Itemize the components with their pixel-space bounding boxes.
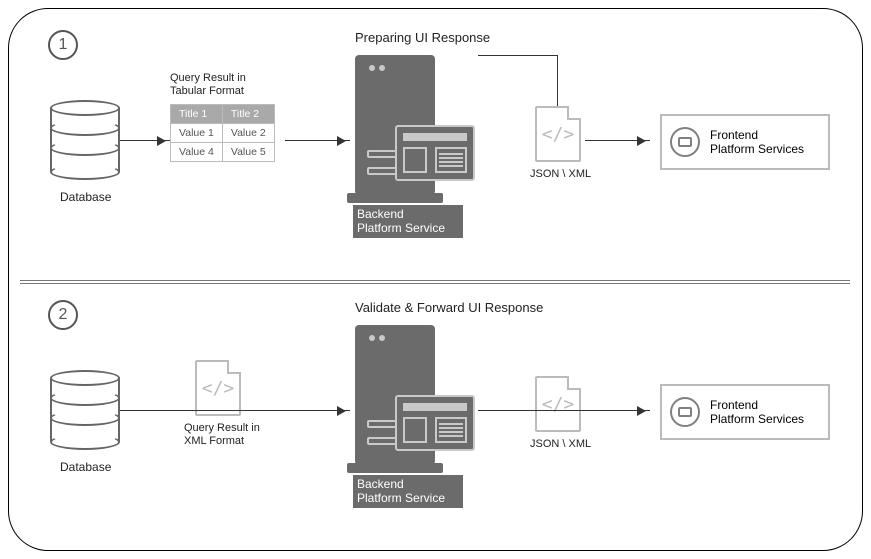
- backend-server-icon: Backend Platform Service: [355, 325, 475, 495]
- backend-server-icon: Backend Platform Service: [355, 55, 475, 225]
- query-result-table: Title 1 Title 2 Value 1 Value 2 Value 4 …: [170, 104, 275, 162]
- database-label: Database: [60, 460, 111, 474]
- file-icon: </>: [535, 106, 581, 162]
- file-icon: </>: [535, 376, 581, 432]
- monitor-circle-icon: [670, 127, 700, 157]
- code-glyph-icon: </>: [542, 124, 575, 145]
- code-glyph-icon: </>: [202, 378, 235, 399]
- table-header: Title 2: [222, 105, 274, 124]
- server-label: Backend Platform Service: [353, 205, 463, 238]
- table-header: Title 1: [171, 105, 223, 124]
- server-label: Backend Platform Service: [353, 475, 463, 508]
- section-divider: [20, 280, 850, 284]
- database-icon: [50, 370, 120, 450]
- database-label: Database: [60, 190, 111, 204]
- monitor-circle-icon: [670, 397, 700, 427]
- frontend-label: Frontend Platform Services: [710, 398, 804, 427]
- table-row: Value 1 Value 2: [171, 124, 275, 143]
- server-heading-2: Validate & Forward UI Response: [355, 300, 543, 315]
- step-1-number: 1: [59, 36, 68, 54]
- step-2-number: 2: [59, 306, 68, 324]
- arrow-table-to-server: [285, 140, 350, 141]
- code-glyph-icon: </>: [542, 394, 575, 415]
- step-1-badge: 1: [48, 30, 78, 60]
- server-heading: Preparing UI Response: [355, 30, 490, 45]
- frontend-services-box: Frontend Platform Services: [660, 114, 830, 170]
- file-format-label: JSON \ XML: [530, 168, 591, 180]
- arrow-db-to-table: [120, 140, 170, 141]
- arrow-server-to-frontend-2: [478, 410, 650, 411]
- table-caption: Query Result in Tabular Format: [170, 72, 246, 98]
- step-2-badge: 2: [48, 300, 78, 330]
- database-icon: [50, 100, 120, 180]
- arrow-file-to-frontend: [585, 140, 650, 141]
- arrow-db-to-server-2: [120, 410, 350, 411]
- frontend-services-box: Frontend Platform Services: [660, 384, 830, 440]
- midfile-caption: Query Result in XML Format: [184, 422, 260, 448]
- frontend-label: Frontend Platform Services: [710, 128, 804, 157]
- file-format-label-2: JSON \ XML: [530, 438, 591, 450]
- file-icon: </>: [195, 360, 241, 416]
- table-row: Value 4 Value 5: [171, 143, 275, 162]
